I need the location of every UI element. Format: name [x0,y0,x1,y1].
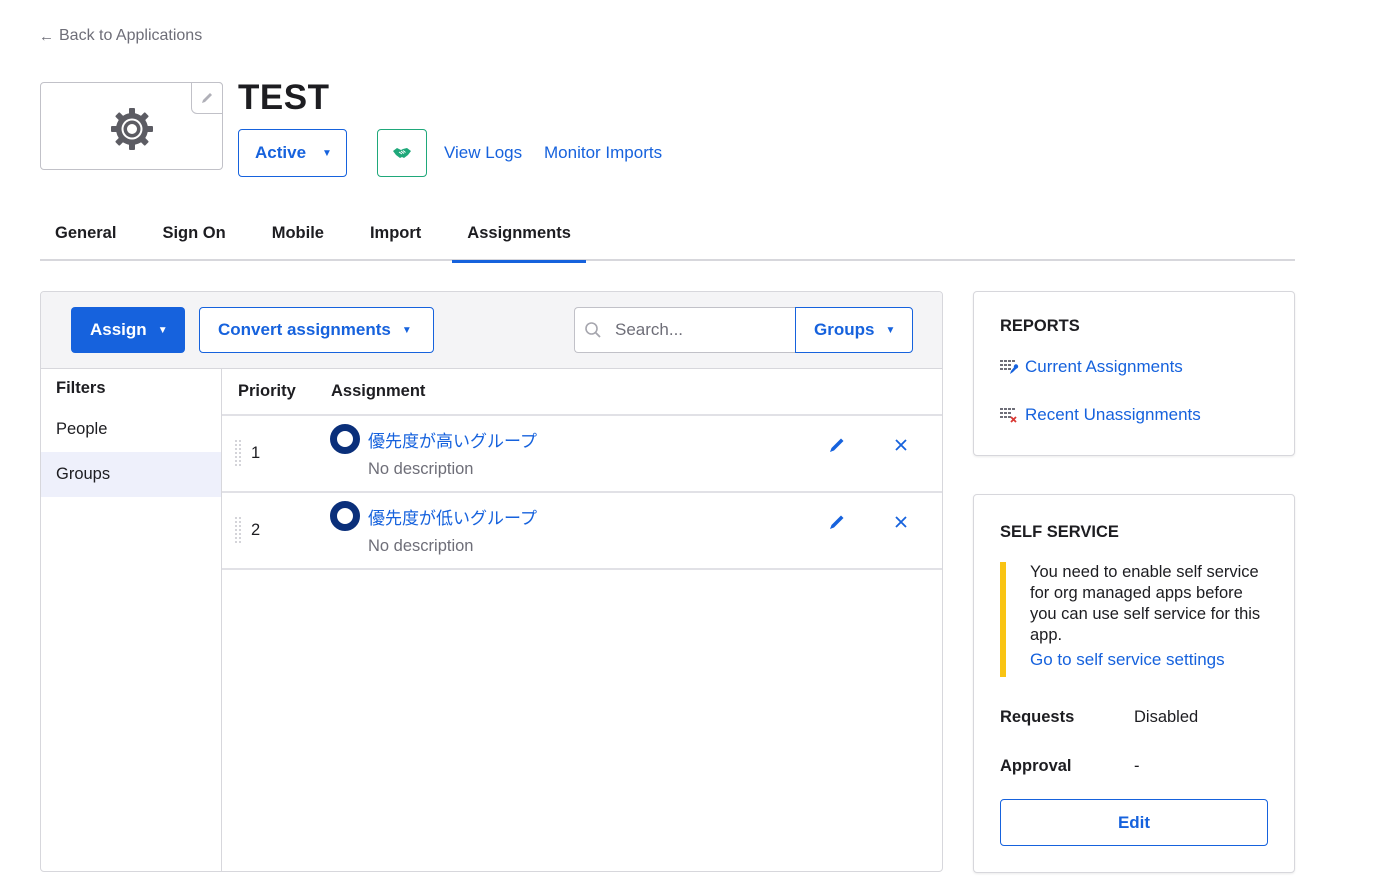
self-service-title: SELF SERVICE [1000,523,1119,541]
view-logs-link[interactable]: View Logs [444,143,522,163]
close-icon[interactable] [894,438,908,452]
tab-general[interactable]: General [40,214,131,261]
current-assignments-label: Current Assignments [1025,357,1183,376]
caret-down-icon: ▼ [885,324,896,336]
recent-unassignments-label: Recent Unassignments [1025,405,1201,424]
convert-assignments-button[interactable]: Convert assignments ▼ [199,307,434,353]
convert-label: Convert assignments [218,320,391,339]
group-description: No description [368,537,474,555]
self-service-settings-link[interactable]: Go to self service settings [1030,650,1270,670]
table-row: 2 優先度が低いグループ No description [222,493,942,570]
current-assignments-link[interactable]: Current Assignments [1000,357,1183,377]
app-tabs: General Sign On Mobile Import Assignment… [40,214,1295,263]
filter-groups[interactable]: Groups [41,452,221,497]
reports-title: REPORTS [1000,317,1080,335]
pencil-icon [202,93,212,103]
caret-down-icon: ▼ [322,147,332,159]
monitor-imports-link[interactable]: Monitor Imports [544,143,662,163]
back-link-label: Back to Applications [59,27,203,44]
priority-value: 2 [251,521,261,539]
handshake-icon [393,148,411,158]
edit-self-service-button[interactable]: Edit [1000,799,1268,846]
arrow-left-icon: ← [39,27,54,45]
search-box [574,307,796,353]
assign-button[interactable]: Assign ▼ [71,307,185,353]
close-icon[interactable] [894,515,908,529]
app-title: TEST [238,78,330,117]
self-service-notice: You need to enable self service for org … [1000,562,1270,677]
group-name-link[interactable]: 優先度が高いグループ [368,427,537,452]
approval-label: Approval [1000,757,1072,775]
tab-assignments[interactable]: Assignments [452,214,586,263]
caret-down-icon: ▼ [157,324,168,336]
group-icon [330,424,360,454]
gear-icon [111,108,153,150]
app-logo [40,82,223,170]
filter-people[interactable]: People [41,407,221,452]
back-to-applications-link[interactable]: ← Back to Applications [39,27,202,45]
recent-unassignments-link[interactable]: Recent Unassignments [1000,405,1201,425]
requests-value: Disabled [1134,708,1199,726]
assignments-panel: Assign ▼ Convert assignments ▼ Groups ▼ … [40,291,943,872]
assign-label: Assign [90,320,147,339]
group-description: No description [368,460,474,478]
approval-value: - [1134,757,1140,775]
drag-handle-icon[interactable] [234,517,244,545]
report-grid-key-icon [1000,360,1019,374]
tab-mobile[interactable]: Mobile [257,214,339,261]
tab-sign-on[interactable]: Sign On [147,214,240,261]
priority-value: 1 [251,444,261,462]
app-status-dropdown[interactable]: Active ▼ [238,129,347,177]
integration-button[interactable] [377,129,427,177]
search-scope-label: Groups [814,320,875,339]
self-service-card: SELF SERVICE You need to enable self ser… [973,494,1295,873]
drag-handle-icon[interactable] [234,440,244,468]
group-name-link[interactable]: 優先度が低いグループ [368,504,537,529]
filters-sidebar: Filters People Groups [41,369,222,871]
reports-card: REPORTS Current Assignments Recent Unass… [973,291,1295,456]
search-icon [585,322,601,338]
group-icon [330,501,360,531]
table-header: Priority Assignment [222,369,942,416]
report-grid-remove-icon [1000,408,1017,423]
assignments-table: Priority Assignment 1 優先度が高いグループ No desc… [222,369,942,871]
column-header-priority: Priority [238,382,296,400]
pencil-icon[interactable] [828,436,846,454]
search-input[interactable] [615,320,785,340]
requests-label: Requests [1000,708,1075,726]
table-row: 1 優先度が高いグループ No description [222,416,942,493]
caret-down-icon: ▼ [401,324,412,336]
assignments-toolbar: Assign ▼ Convert assignments ▼ Groups ▼ [41,292,942,369]
column-header-assignment: Assignment [331,382,426,400]
status-label: Active [255,143,307,162]
notice-text: You need to enable self service for org … [1030,563,1261,644]
tab-import[interactable]: Import [355,214,436,261]
pencil-icon[interactable] [828,513,846,531]
edit-logo-button[interactable] [191,82,223,114]
filters-title: Filters [56,379,106,397]
search-scope-dropdown[interactable]: Groups ▼ [795,307,913,353]
